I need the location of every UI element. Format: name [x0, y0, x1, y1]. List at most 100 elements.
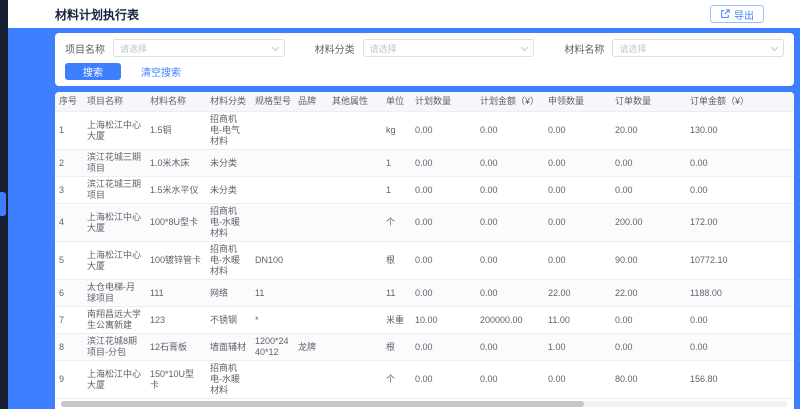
table-cell: 未分类 [206, 177, 251, 204]
table-cell: 根 [382, 242, 411, 280]
table-cell: 0.00 [544, 150, 611, 177]
collapsed-sidebar[interactable] [0, 0, 8, 409]
table-cell: 0.00 [411, 242, 476, 280]
table-cell: 172.00 [686, 204, 794, 242]
material-name-placeholder: 请选择 [619, 42, 646, 55]
table-cell: 0.00 [686, 150, 794, 177]
column-header: 材料分类 [206, 92, 251, 112]
main-area: 材料计划执行表 导出 项目名称 请选择 材料分类 [8, 0, 800, 409]
table-cell: 0.00 [686, 177, 794, 204]
table-cell: 南翔昌远大学生公寓新建 [83, 307, 146, 334]
table-cell: 网络 [206, 280, 251, 307]
table-cell: kg [382, 112, 411, 150]
project-name-placeholder: 请选择 [120, 42, 147, 55]
export-button[interactable]: 导出 [710, 5, 764, 23]
table-cell: 0.00 [611, 150, 686, 177]
table-cell: 150*10U型卡 [146, 361, 206, 399]
sidebar-toggle-handle[interactable] [0, 192, 6, 216]
column-header: 规格型号 [251, 92, 294, 112]
table-cell: 2 [55, 150, 83, 177]
search-button[interactable]: 搜索 [65, 63, 121, 80]
table-cell: 0.00 [476, 150, 544, 177]
chevron-down-icon [521, 43, 528, 50]
table-cell: 0.00 [476, 361, 544, 399]
column-header: 品牌 [294, 92, 328, 112]
table-cell: 0.00 [476, 334, 544, 361]
material-category-select[interactable]: 请选择 [363, 39, 535, 57]
table-cell: 上海松江中心大厦 [83, 361, 146, 399]
table-cell: 招商机电-水暖材料 [206, 204, 251, 242]
table-cell [328, 334, 382, 361]
table-cell [294, 361, 328, 399]
table-cell: 0.00 [544, 242, 611, 280]
table-cell [294, 177, 328, 204]
column-header: 项目名称 [83, 92, 146, 112]
table-cell: 上海松江中心大厦 [83, 112, 146, 150]
table-cell: 上海松江中心大厦 [83, 242, 146, 280]
table-cell: 111 [146, 280, 206, 307]
table-cell: 11.00 [544, 307, 611, 334]
table-cell: 0.00 [476, 112, 544, 150]
column-header: 其他属性 [328, 92, 382, 112]
table-cell: 10772.10 [686, 242, 794, 280]
table-cell: 5 [55, 242, 83, 280]
table-cell [328, 112, 382, 150]
table-cell: 90.00 [611, 242, 686, 280]
table-cell: 个 [382, 361, 411, 399]
table-cell: 0.00 [544, 112, 611, 150]
table-cell: 1188.00 [686, 280, 794, 307]
table-cell: 滨江花城三期项目 [83, 150, 146, 177]
table-cell: 龙牌 [294, 334, 328, 361]
table-cell: 0.00 [476, 280, 544, 307]
table-cell: 根 [382, 334, 411, 361]
table-cell: 4 [55, 204, 83, 242]
column-header: 订单金额（¥） [686, 92, 794, 112]
table-cell: * [251, 307, 294, 334]
filter-group-category: 材料分类 请选择 [315, 39, 535, 57]
table-cell: 0.00 [476, 204, 544, 242]
chevron-down-icon [771, 43, 778, 50]
table-cell: 上海松江中心大厦 [83, 204, 146, 242]
table-cell: 0.00 [544, 177, 611, 204]
table-cell: 6 [55, 280, 83, 307]
table-cell [294, 280, 328, 307]
table-cell [328, 280, 382, 307]
table-cell: 80.00 [611, 361, 686, 399]
table-cell [294, 307, 328, 334]
table-row: 5上海松江中心大厦100镀锌管卡招商机电-水暖材料DN100根0.000.000… [55, 242, 794, 280]
table-cell: 招商机电-水暖材料 [206, 361, 251, 399]
table-cell: 22.00 [611, 280, 686, 307]
table-cell: 20.00 [611, 112, 686, 150]
table-cell: 1.0米木床 [146, 150, 206, 177]
table-cell: 0.00 [611, 307, 686, 334]
table-cell: 12石膏板 [146, 334, 206, 361]
table-cell [294, 112, 328, 150]
table-cell [251, 204, 294, 242]
project-name-label: 项目名称 [65, 41, 105, 56]
table-row: 6太仓电梯-月球项目111网络11110.000.0022.0022.00118… [55, 280, 794, 307]
project-name-select[interactable]: 请选择 [113, 39, 285, 57]
export-icon [720, 9, 730, 19]
scrollbar-thumb[interactable] [61, 401, 584, 407]
horizontal-scrollbar[interactable] [61, 401, 788, 407]
table-cell: 0.00 [611, 334, 686, 361]
column-header: 单位 [382, 92, 411, 112]
material-name-select[interactable]: 请选择 [612, 39, 784, 57]
table-cell: 11 [251, 280, 294, 307]
table-cell [328, 177, 382, 204]
table-cell: 1 [382, 150, 411, 177]
table-cell: 0.00 [476, 242, 544, 280]
column-header: 计划金额（¥） [476, 92, 544, 112]
table-row: 1上海松江中心大厦1.5铜招商机电-电气材料kg0.000.000.0020.0… [55, 112, 794, 150]
table-cell [294, 204, 328, 242]
table-card: 序号项目名称材料名称材料分类规格型号品牌其他属性单位计划数量计划金额（¥）申领数… [55, 92, 794, 409]
table-cell: 156.80 [686, 361, 794, 399]
table-cell: 100*8U型卡 [146, 204, 206, 242]
table-cell [251, 150, 294, 177]
column-header: 序号 [55, 92, 83, 112]
table-cell: 8 [55, 334, 83, 361]
table-row: 8滨江花城8期项目-分包12石膏板墙面辅材1200*2440*12龙牌根0.00… [55, 334, 794, 361]
clear-search-button[interactable]: 清空搜索 [141, 64, 181, 79]
table-cell: 7 [55, 307, 83, 334]
table-cell: 滨江花城三期项目 [83, 177, 146, 204]
